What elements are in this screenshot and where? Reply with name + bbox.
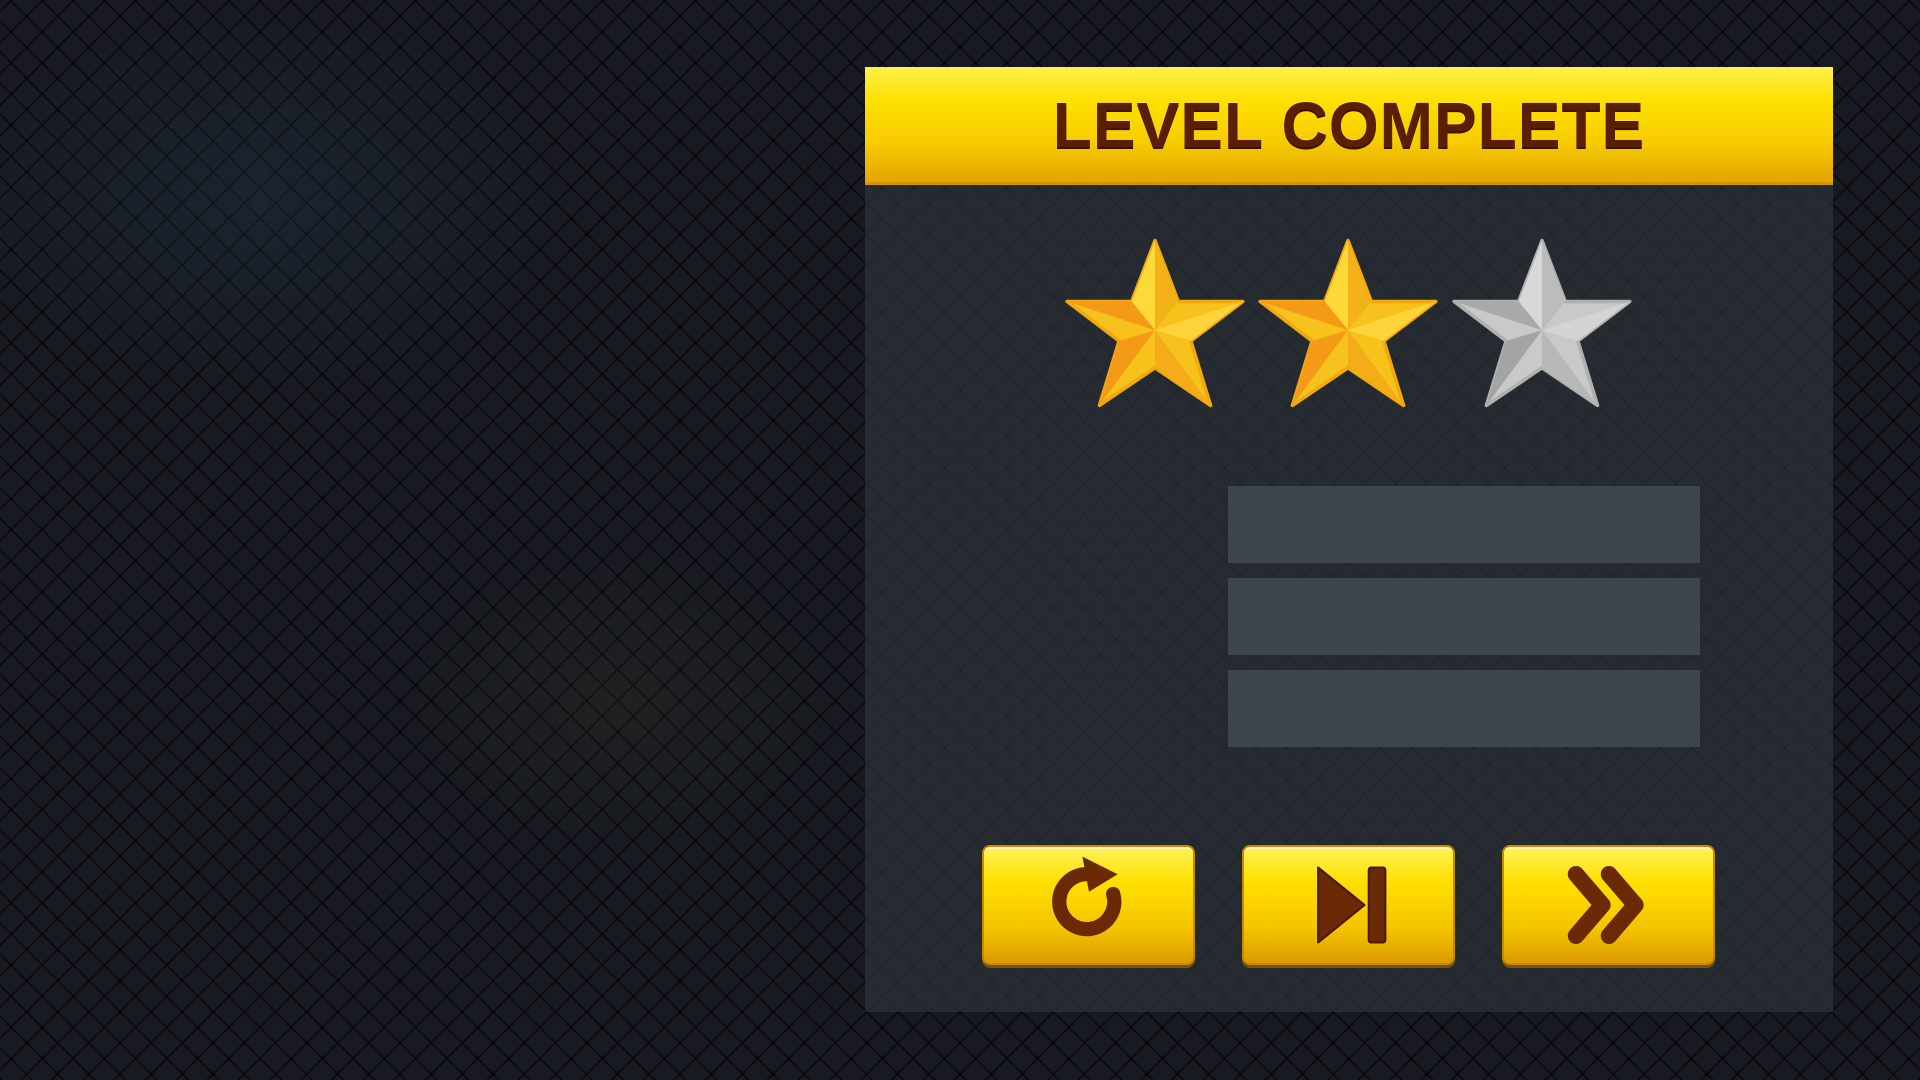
star-2-icon [1258,237,1438,409]
next-level-icon [1316,866,1386,944]
fast-forward-icon [1567,865,1644,945]
star-rating [865,237,1833,417]
star-3-icon [1452,237,1632,409]
fast-forward-button[interactable] [1502,845,1715,965]
replay-icon [1051,856,1121,937]
dialog-header: LEVEL COMPLETE [865,67,1833,185]
level-complete-dialog: LEVEL COMPLETE [865,67,1833,1012]
stat-row-3 [1228,670,1700,747]
star-1-icon [1065,237,1245,409]
stat-row-2 [1228,578,1700,655]
replay-button[interactable] [982,845,1195,965]
next-level-button[interactable] [1242,845,1455,965]
stat-rows [1228,486,1700,762]
dialog-title: LEVEL COMPLETE [1052,88,1646,161]
stat-row-1 [1228,486,1700,563]
